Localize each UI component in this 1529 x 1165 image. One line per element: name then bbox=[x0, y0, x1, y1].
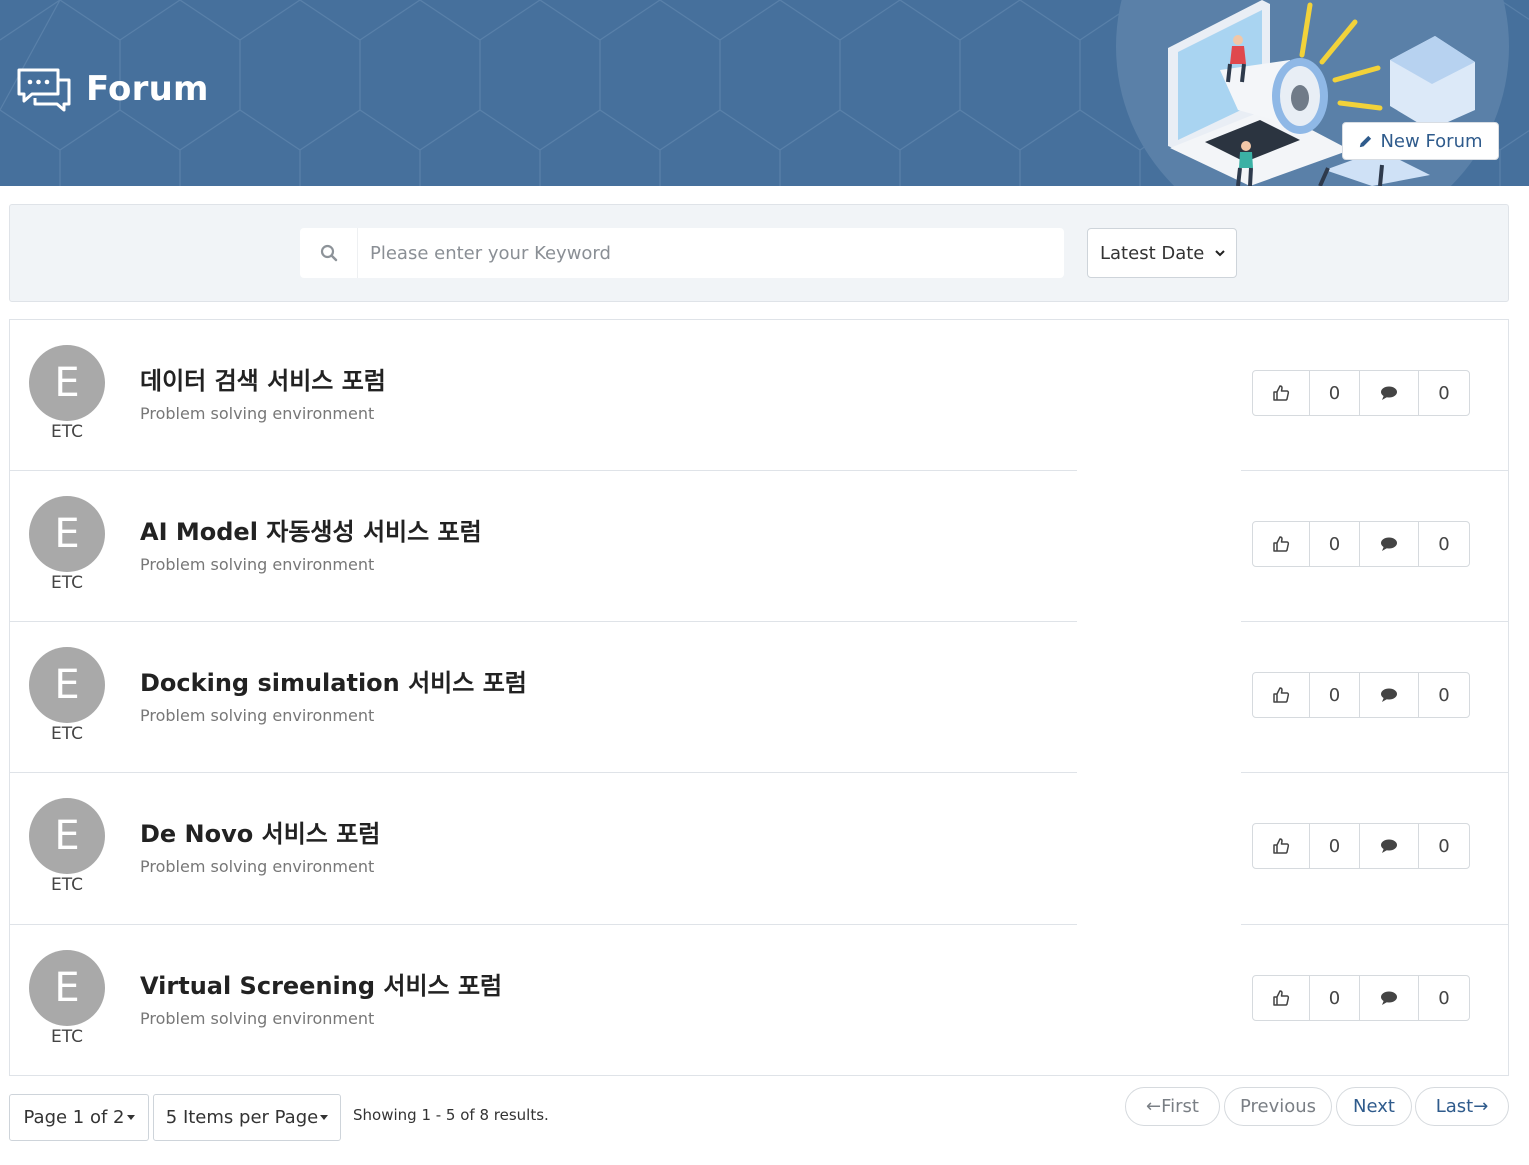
comment-button[interactable] bbox=[1360, 976, 1419, 1020]
thumbs-up-icon bbox=[1273, 385, 1290, 401]
arrow-left-icon: ← bbox=[1146, 1096, 1162, 1117]
like-count: 0 bbox=[1310, 371, 1360, 415]
forum-list: E ETC 데이터 검색 서비스 포럼 Problem solving envi… bbox=[9, 319, 1509, 1076]
previous-page-button[interactable]: Previous bbox=[1224, 1087, 1332, 1126]
search-button[interactable] bbox=[300, 228, 358, 278]
forum-banner: Forum New Forum bbox=[0, 0, 1529, 186]
chat-bubbles-icon bbox=[17, 68, 71, 112]
like-count: 0 bbox=[1310, 824, 1360, 868]
category-label: ETC bbox=[51, 724, 83, 744]
like-button[interactable] bbox=[1253, 824, 1310, 868]
forum-stats: 0 0 bbox=[1252, 672, 1470, 718]
category-label: ETC bbox=[51, 875, 83, 895]
comment-count: 0 bbox=[1438, 382, 1450, 404]
forum-row: E ETC 데이터 검색 서비스 포럼 Problem solving envi… bbox=[10, 320, 1508, 471]
comment-icon bbox=[1381, 839, 1397, 853]
new-forum-label: New Forum bbox=[1380, 130, 1483, 152]
chevron-down-icon bbox=[1215, 250, 1225, 257]
pencil-icon bbox=[1360, 135, 1372, 147]
avatar: E bbox=[29, 950, 105, 1026]
like-button[interactable] bbox=[1253, 522, 1310, 566]
page-dropdown[interactable]: Page 1 of 2 bbox=[9, 1094, 149, 1141]
sort-select-value: Latest Date bbox=[1100, 242, 1205, 264]
comment-icon bbox=[1381, 991, 1397, 1005]
forum-stats: 0 0 bbox=[1252, 370, 1470, 416]
like-button[interactable] bbox=[1253, 673, 1310, 717]
arrow-right-icon: → bbox=[1473, 1096, 1489, 1117]
items-per-page-label: 5 Items per Page bbox=[165, 1107, 319, 1128]
first-page-button[interactable]: ← First bbox=[1125, 1087, 1220, 1126]
comment-icon bbox=[1381, 386, 1397, 400]
thumbs-up-icon bbox=[1273, 838, 1290, 854]
avatar: E bbox=[29, 345, 105, 421]
forum-stats: 0 0 bbox=[1252, 975, 1470, 1021]
next-page-label: Next bbox=[1353, 1096, 1395, 1117]
previous-page-label: Previous bbox=[1239, 1096, 1317, 1117]
next-page-button[interactable]: Next bbox=[1336, 1087, 1412, 1126]
search-input[interactable] bbox=[358, 229, 1064, 277]
comment-count: 0 bbox=[1438, 533, 1450, 555]
sort-select[interactable]: Latest Date bbox=[1087, 228, 1237, 278]
new-forum-button[interactable]: New Forum bbox=[1342, 122, 1499, 160]
avatar: E bbox=[29, 798, 105, 874]
comment-count: 0 bbox=[1438, 684, 1450, 706]
like-count: 0 bbox=[1310, 522, 1360, 566]
avatar: E bbox=[29, 647, 105, 723]
forum-subtitle: Problem solving environment bbox=[140, 555, 375, 574]
forum-subtitle: Problem solving environment bbox=[140, 1009, 375, 1028]
search-box bbox=[300, 228, 1064, 278]
comment-button[interactable] bbox=[1360, 371, 1419, 415]
forum-subtitle: Problem solving environment bbox=[140, 404, 375, 423]
comment-count: 0 bbox=[1438, 987, 1450, 1009]
results-summary: Showing 1 - 5 of 8 results. bbox=[353, 1106, 549, 1124]
forum-title-link[interactable]: AI Model 자동생성 서비스 포럼 bbox=[140, 512, 482, 547]
forum-title-link[interactable]: Virtual Screening 서비스 포럼 bbox=[140, 966, 502, 1001]
caret-down-icon bbox=[320, 1115, 329, 1120]
forum-row: E ETC AI Model 자동생성 서비스 포럼 Problem solvi… bbox=[10, 471, 1508, 622]
caret-down-icon bbox=[126, 1115, 135, 1120]
thumbs-up-icon bbox=[1273, 687, 1290, 703]
forum-subtitle: Problem solving environment bbox=[140, 706, 375, 725]
search-panel: Latest Date bbox=[9, 204, 1509, 302]
thumbs-up-icon bbox=[1273, 990, 1290, 1006]
comment-button[interactable] bbox=[1360, 824, 1419, 868]
forum-title-link[interactable]: De Novo 서비스 포럼 bbox=[140, 814, 380, 849]
search-icon bbox=[320, 244, 337, 262]
forum-row: E ETC Docking simulation 서비스 포럼 Problem … bbox=[10, 622, 1508, 773]
like-count: 0 bbox=[1310, 976, 1360, 1020]
comment-icon bbox=[1381, 537, 1397, 551]
like-button[interactable] bbox=[1253, 371, 1310, 415]
last-page-label: Last bbox=[1435, 1096, 1474, 1117]
forum-row: E ETC Virtual Screening 서비스 포럼 Problem s… bbox=[10, 925, 1508, 1076]
thumbs-up-icon bbox=[1273, 536, 1290, 552]
forum-row: E ETC De Novo 서비스 포럼 Problem solving env… bbox=[10, 773, 1508, 924]
first-page-label: First bbox=[1161, 1096, 1199, 1117]
category-label: ETC bbox=[51, 573, 83, 593]
forum-stats: 0 0 bbox=[1252, 823, 1470, 869]
comment-count: 0 bbox=[1438, 835, 1450, 857]
category-label: ETC bbox=[51, 422, 83, 442]
page-title: Forum bbox=[86, 69, 209, 109]
page-title-group: Forum bbox=[16, 66, 209, 112]
forum-subtitle: Problem solving environment bbox=[140, 857, 375, 876]
last-page-button[interactable]: Last → bbox=[1415, 1087, 1509, 1126]
like-button[interactable] bbox=[1253, 976, 1310, 1020]
forum-stats: 0 0 bbox=[1252, 521, 1470, 567]
like-count: 0 bbox=[1310, 673, 1360, 717]
category-label: ETC bbox=[51, 1027, 83, 1047]
forum-title-link[interactable]: 데이터 검색 서비스 포럼 bbox=[140, 361, 386, 396]
comment-icon bbox=[1381, 688, 1397, 702]
page-dropdown-label: Page 1 of 2 bbox=[23, 1107, 125, 1128]
comment-button[interactable] bbox=[1360, 522, 1419, 566]
items-per-page-dropdown[interactable]: 5 Items per Page bbox=[153, 1094, 341, 1141]
comment-button[interactable] bbox=[1360, 673, 1419, 717]
forum-title-link[interactable]: Docking simulation 서비스 포럼 bbox=[140, 663, 527, 698]
avatar: E bbox=[29, 496, 105, 572]
